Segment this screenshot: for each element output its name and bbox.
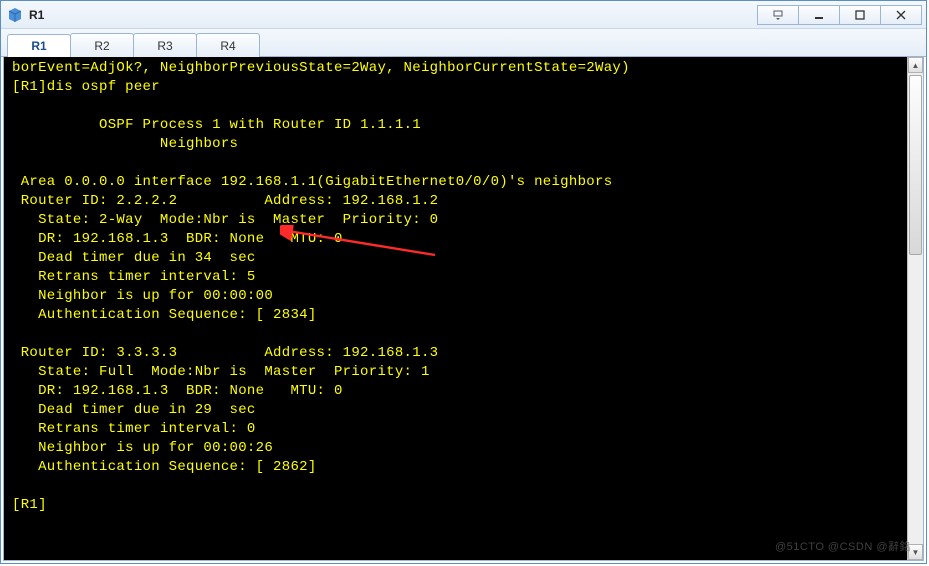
- tab-label: R4: [220, 39, 235, 53]
- titlebar: R1: [1, 1, 926, 29]
- tab-label: R3: [157, 39, 172, 53]
- tab-r2[interactable]: R2: [70, 33, 134, 57]
- minimize-button[interactable]: [798, 5, 840, 25]
- app-window: R1 R1 R2 R3 R4 borEvent=AdjOk?, Neighbor…: [0, 0, 927, 564]
- tab-label: R1: [31, 39, 46, 53]
- scroll-up-button[interactable]: ▲: [908, 57, 923, 73]
- scroll-thumb[interactable]: [909, 75, 922, 255]
- dropdown-button[interactable]: [757, 5, 799, 25]
- window-controls: [757, 5, 922, 25]
- tab-r4[interactable]: R4: [196, 33, 260, 57]
- window-title: R1: [29, 8, 757, 22]
- terminal-area: borEvent=AdjOk?, NeighborPreviousState=2…: [3, 57, 924, 561]
- tab-label: R2: [94, 39, 109, 53]
- app-icon: [7, 7, 23, 23]
- tab-r3[interactable]: R3: [133, 33, 197, 57]
- close-button[interactable]: [880, 5, 922, 25]
- maximize-button[interactable]: [839, 5, 881, 25]
- tab-r1[interactable]: R1: [7, 34, 71, 58]
- scrollbar: ▲ ▼: [907, 57, 923, 560]
- terminal-output[interactable]: borEvent=AdjOk?, NeighborPreviousState=2…: [4, 57, 923, 519]
- tab-bar: R1 R2 R3 R4: [1, 29, 926, 57]
- scroll-track[interactable]: [908, 73, 923, 544]
- watermark: @51CTO @CSDN @辭銘: [775, 538, 911, 554]
